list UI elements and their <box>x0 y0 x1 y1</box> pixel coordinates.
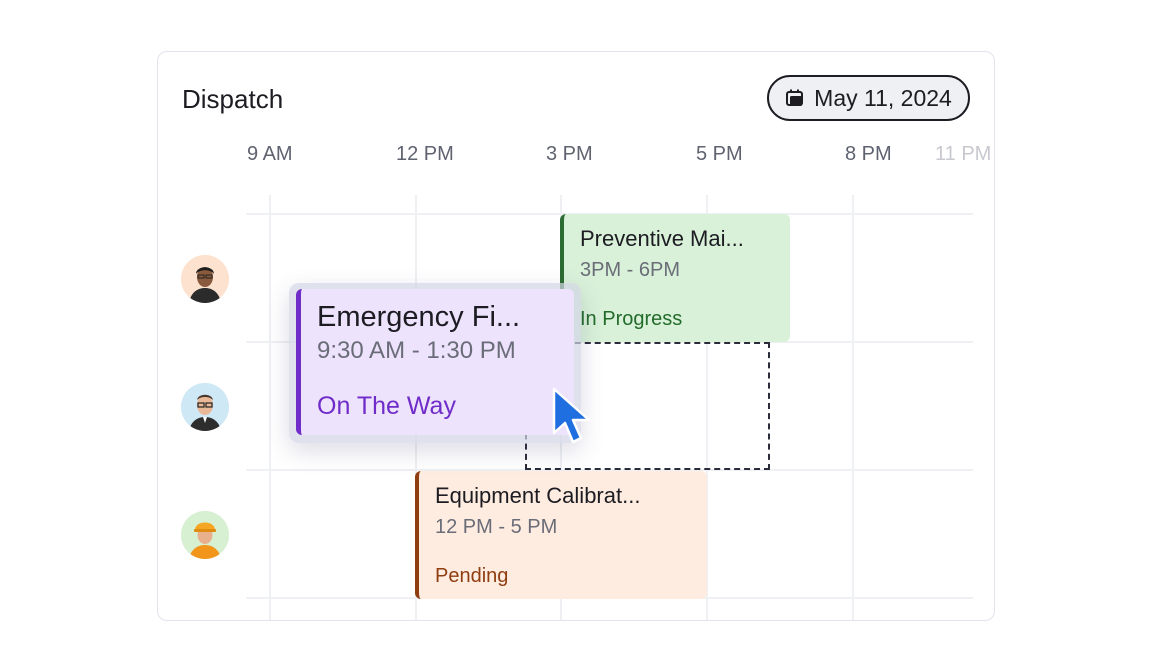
avatar-man-glasses-dark-hair-icon <box>181 255 229 303</box>
dispatch-card: Dispatch May 11, 2024 9 AM 12 PM 3 PM 5 … <box>157 51 995 621</box>
hour-label: 8 PM <box>845 143 892 165</box>
hour-label: 12 PM <box>396 143 454 165</box>
avatar[interactable] <box>181 255 229 303</box>
avatar-man-glasses-blue-icon <box>181 383 229 431</box>
hour-label: 5 PM <box>696 143 743 165</box>
selected-date: May 11, 2024 <box>814 84 952 111</box>
event-preventive-maintenance[interactable]: Preventive Mai... 3PM - 6PM In Progress <box>560 214 790 342</box>
event-title: Equipment Calibrat... <box>435 483 641 508</box>
event-status: On The Way <box>317 392 456 420</box>
grid-line <box>852 195 854 620</box>
event-title: Preventive Mai... <box>580 226 744 251</box>
event-equipment-calibration[interactable]: Equipment Calibrat... 12 PM - 5 PM Pendi… <box>415 471 707 599</box>
date-picker-button[interactable]: May 11, 2024 <box>767 75 970 121</box>
event-time: 3PM - 6PM <box>580 259 681 281</box>
calendar-icon <box>786 89 804 106</box>
pointer-cursor-icon <box>552 387 591 444</box>
event-emergency-fix[interactable]: Emergency Fi... 9:30 AM - 1:30 PM On The… <box>296 289 574 435</box>
event-title: Emergency Fi... <box>317 301 521 333</box>
event-time: 9:30 AM - 1:30 PM <box>317 337 516 364</box>
grid-line <box>269 195 271 620</box>
page-title: Dispatch <box>182 84 284 114</box>
avatar[interactable] <box>181 511 229 559</box>
hour-label: 11 PM <box>935 143 992 165</box>
avatar-worker-hardhat-icon <box>181 511 229 559</box>
avatar[interactable] <box>181 383 229 431</box>
event-status: Pending <box>435 565 509 587</box>
event-status: In Progress <box>580 308 683 330</box>
hour-label: 3 PM <box>546 143 593 165</box>
hour-label: 9 AM <box>247 143 293 165</box>
event-time: 12 PM - 5 PM <box>435 516 558 538</box>
